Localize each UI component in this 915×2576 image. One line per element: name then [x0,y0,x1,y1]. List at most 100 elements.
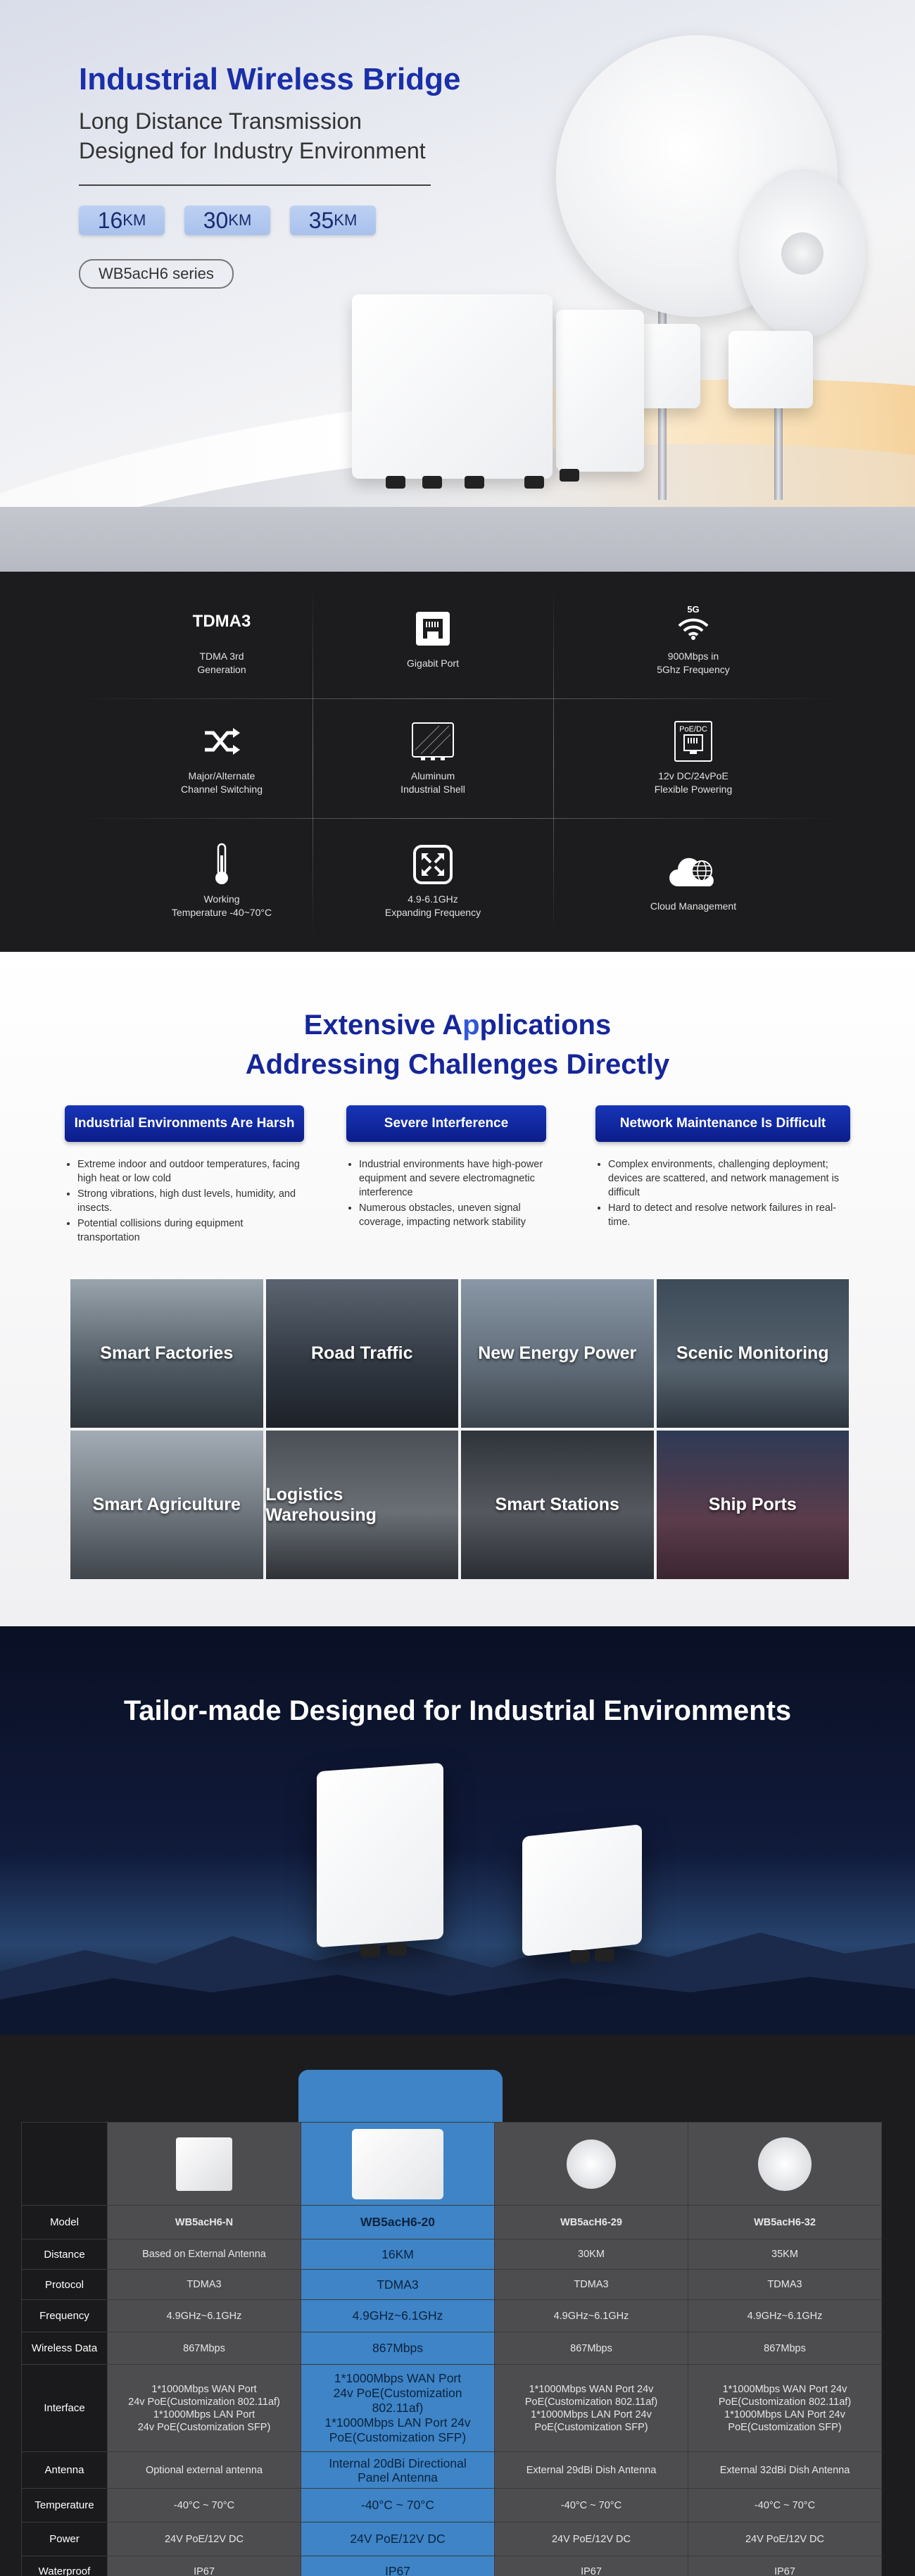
table-cell: 1*1000Mbps WAN Port 24v PoE(Customizatio… [494,2364,688,2452]
dish-radio-unit [728,331,813,408]
series-badge: WB5acH6 series [79,259,234,289]
row-label: Protocol [21,2269,108,2300]
table-cell: 867Mbps [107,2332,301,2365]
row-label: Distance [21,2239,108,2270]
challenge-item: Industrial environments have high-power … [359,1157,546,1200]
hero-subtitle-line1: Long Distance Transmission [79,108,362,134]
table-row: Power 24V PoE/12V DC 24V PoE/12V DC 24V … [21,2522,882,2556]
specifications-section: Model WB5acH6-N WB5acH6-20 WB5acH6-29 WB… [0,2035,915,2576]
table-cell: 867Mbps [494,2332,688,2365]
tile-scenic-monitoring[interactable]: Scenic Monitoring [656,1279,849,1428]
table-cell: 24V PoE/12V DC [301,2522,495,2556]
table-cell: 4.9GHz~6.1GHz [494,2299,688,2332]
row-label: Temperature [21,2488,108,2522]
table-cell: 16KM [301,2239,495,2270]
product-panel-small [176,2137,232,2191]
challenge-item: Numerous obstacles, uneven signal covera… [359,1201,546,1229]
aluminum-shell-icon [411,720,455,762]
hero-banner: Industrial Wireless Bridge Long Distance… [0,0,915,572]
table-cell: IP67 [688,2556,882,2576]
table-cell: IP67 [107,2556,301,2576]
feature-label: TDMA 3rd Generation [197,651,246,675]
table-cell: 867Mbps [301,2332,495,2365]
mountain-silhouette [0,1933,915,2035]
table-row: Temperature -40°C ~ 70°C -40°C ~ 70°C -4… [21,2488,882,2522]
hero-divider [79,184,431,186]
highlight-tab [298,2070,503,2123]
hero-title: Industrial Wireless Bridge [79,62,461,96]
table-cell: 30KM [494,2239,688,2270]
row-label: Antenna [21,2451,108,2489]
product-dish-small [567,2139,616,2189]
panel-bridge-large [317,1762,443,1948]
table-cell: WB5acH6-32 [688,2205,882,2239]
table-cell: WB5acH6-N [107,2205,301,2239]
table-cell: Based on External Antenna [107,2239,301,2270]
tile-smart-agriculture[interactable]: Smart Agriculture [70,1431,263,1579]
cable-plug [524,476,544,489]
challenge-heading: Industrial Environments Are Harsh [65,1105,304,1142]
applications-section: Extensive Applications Addressing Challe… [0,952,915,1626]
product-panel-large [352,2128,443,2199]
table-cell: 24V PoE/12V DC [688,2522,882,2556]
table-cell: TDMA3 [107,2269,301,2300]
tile-new-energy-power[interactable]: New Energy Power [461,1279,654,1428]
feature-channel-switching: Major/Alternate Channel Switching [102,698,341,818]
challenge-harsh-environment: Industrial Environments Are Harsh Extrem… [65,1105,304,1246]
spec-table: Model WB5acH6-N WB5acH6-20 WB5acH6-29 WB… [21,2122,882,2576]
5g-wifi-icon: 5G [676,601,711,643]
feature-label: Cloud Management [650,900,737,912]
table-row: Distance Based on External Antenna 16KM … [21,2239,882,2270]
poe-dc-icon: PoE/DC [674,720,712,762]
feature-cloud: Cloud Management [574,822,813,941]
feature-label: Major/Alternate Channel Switching [181,770,263,795]
table-cell: 1*1000Mbps WAN Port 24v PoE(Customizatio… [688,2364,882,2452]
hero-subtitle-line2: Designed for Industry Environment [79,138,426,163]
shuffle-arrows-icon [202,720,241,762]
feature-gigabit-port: Gigabit Port [313,579,553,698]
cable-plug [387,1943,407,1956]
table-cell: 4.9GHz~6.1GHz [301,2299,495,2332]
feature-label: Gigabit Port [407,657,459,669]
feature-poe-dc: PoE/DC 12v DC/24vPoE Flexible Powering [574,698,813,818]
table-cell: -40°C ~ 70°C [107,2488,301,2522]
row-label: Frequency [21,2299,108,2332]
row-label: Model [21,2205,108,2239]
tailor-title: Tailor-made Designed for Industrial Envi… [123,1695,792,1726]
tdma3-text-icon: TDMA3 [192,612,251,631]
feature-label: 12v DC/24vPoE Flexible Powering [654,770,733,795]
table-cell: External 29dBi Dish Antenna [494,2451,688,2489]
tile-road-traffic[interactable]: Road Traffic [265,1279,458,1428]
table-cell: -40°C ~ 70°C [688,2488,882,2522]
tailor-made-section: Tailor-made Designed for Industrial Envi… [0,1626,915,2035]
table-cell: 24V PoE/12V DC [494,2522,688,2556]
feature-label: Working Temperature -40~70°C [171,893,272,918]
tile-logistics-warehousing[interactable]: Logistics Warehousing [265,1431,458,1579]
row-label: Power [21,2522,108,2556]
feature-label: Aluminum Industrial Shell [400,770,465,795]
tile-smart-factories[interactable]: Smart Factories [70,1279,263,1428]
cable-plug [386,476,405,489]
tile-smart-stations[interactable]: Smart Stations [461,1431,654,1579]
table-row: Waterproof IP67 IP67 IP67 IP67 [21,2556,882,2576]
table-cell: TDMA3 [688,2269,882,2300]
table-cell: External 32dBi Dish Antenna [688,2451,882,2489]
distance-pill: 30 KM [184,206,270,235]
challenge-heading: Network Maintenance Is Difficult [595,1105,850,1142]
ethernet-port-icon [415,608,451,650]
table-row: Interface 1*1000Mbps WAN Port 24v PoE(Cu… [21,2364,882,2452]
table-cell: 1*1000Mbps WAN Port 24v PoE(Customizatio… [301,2364,495,2452]
cable-plug [422,476,442,489]
dish-feed [781,232,824,275]
challenge-item: Hard to detect and resolve network failu… [608,1201,850,1229]
challenge-maintenance: Network Maintenance Is Difficult Complex… [595,1105,850,1231]
challenge-item: Complex environments, challenging deploy… [608,1157,850,1200]
small-dish-antenna [739,169,866,338]
row-label: Wireless Data [21,2332,108,2365]
tile-ship-ports[interactable]: Ship Ports [656,1431,849,1579]
thermometer-icon [213,843,231,886]
feature-temperature: Working Temperature -40~70°C [102,822,341,941]
table-cell: WB5acH6-20 [301,2205,495,2239]
feature-aluminum-shell: Aluminum Industrial Shell [313,698,553,818]
distance-pills: 16 KM 30 KM 35 KM [79,206,376,235]
